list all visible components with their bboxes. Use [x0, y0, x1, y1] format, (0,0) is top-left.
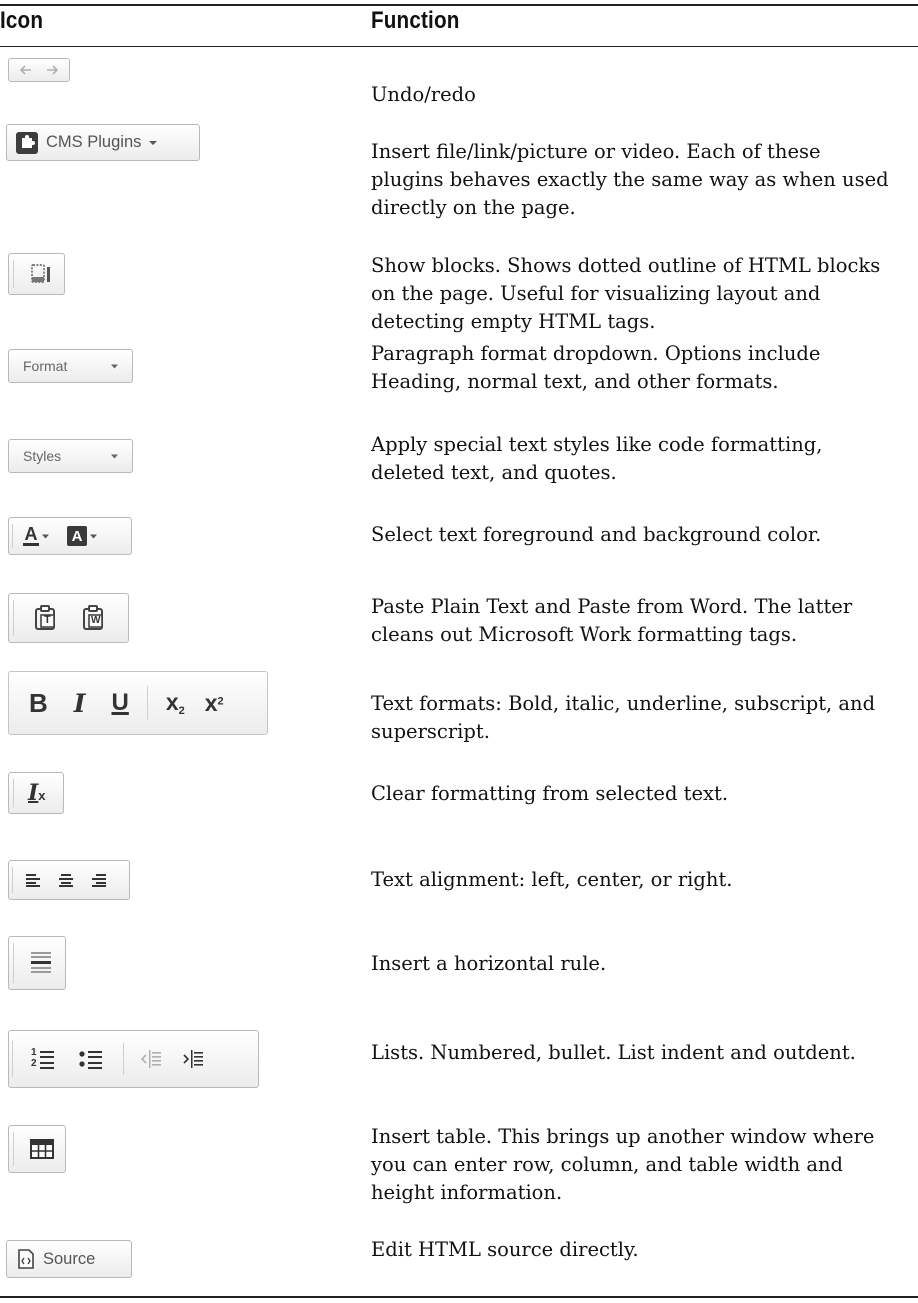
color-buttons[interactable]: A A: [8, 517, 132, 555]
text-format-buttons[interactable]: B I U x2 x2: [8, 671, 268, 735]
format-dropdown[interactable]: Format: [8, 349, 133, 383]
chevron-down-icon: [111, 454, 118, 459]
indent-icon[interactable]: [182, 1048, 204, 1070]
function-text-formats: Text formats: Bold, italic, underline, s…: [371, 692, 876, 743]
alignment-buttons[interactable]: [8, 860, 130, 900]
format-label: Format: [23, 358, 68, 374]
horizontal-rule-icon[interactable]: [30, 950, 52, 976]
align-right-icon[interactable]: [90, 873, 106, 887]
remove-format-icon[interactable]: Ix: [28, 780, 46, 806]
outdent-icon[interactable]: [140, 1048, 162, 1070]
chevron-down-icon: [111, 364, 118, 369]
align-left-icon[interactable]: [26, 873, 42, 887]
background-color-icon[interactable]: A: [67, 526, 87, 546]
source-icon: [17, 1249, 35, 1269]
chevron-down-icon: [42, 534, 49, 539]
function-horizontal-rule: Insert a horizontal rule.: [371, 952, 607, 975]
styles-label: Styles: [23, 448, 62, 464]
top-rule: [0, 4, 918, 6]
header-rule: [0, 46, 918, 48]
align-center-icon[interactable]: [58, 873, 74, 887]
function-lists: Lists. Numbered, bullet. List indent and…: [371, 1041, 856, 1064]
horizontal-rule-button[interactable]: [8, 936, 66, 990]
list-buttons[interactable]: 1 2: [8, 1030, 259, 1088]
header-function-column: Function: [371, 7, 460, 34]
redo-icon[interactable]: [45, 64, 59, 76]
bold-icon[interactable]: B: [29, 688, 48, 719]
show-blocks-button[interactable]: [8, 253, 65, 295]
source-label: Source: [43, 1249, 96, 1268]
table-button[interactable]: [8, 1125, 66, 1173]
cms-plugins-label: CMS Plugins: [46, 133, 142, 151]
function-alignment: Text alignment: left, center, or right.: [371, 868, 733, 891]
table-icon[interactable]: [30, 1139, 54, 1159]
bottom-rule: [0, 1296, 918, 1298]
function-undo-redo: Undo/redo: [371, 83, 476, 106]
underline-icon[interactable]: U: [111, 689, 128, 717]
chevron-down-icon: [90, 534, 97, 539]
chevron-down-icon: [149, 140, 158, 146]
function-source: Edit HTML source directly.: [371, 1238, 639, 1261]
function-table: Insert table. This brings up another win…: [371, 1125, 875, 1204]
paste-text-icon[interactable]: T: [34, 605, 56, 631]
numbered-list-icon[interactable]: 1 2: [31, 1047, 55, 1070]
function-show-blocks: Show blocks. Shows dotted outline of HTM…: [371, 254, 881, 333]
subscript-icon[interactable]: x2: [166, 689, 185, 717]
text-color-icon[interactable]: A: [23, 525, 39, 546]
show-blocks-icon[interactable]: [30, 263, 52, 285]
cms-plugins-dropdown[interactable]: CMS Plugins: [6, 124, 200, 161]
source-button[interactable]: Source: [6, 1240, 132, 1278]
function-colors: Select text foreground and background co…: [371, 523, 822, 546]
function-paste: Paste Plain Text and Paste from Word. Th…: [371, 595, 853, 646]
reference-table: Icon Function Undo/redo CMS Plugins Inse…: [0, 0, 918, 1303]
function-cms-plugins: Insert file/link/picture or video. Each …: [371, 140, 889, 219]
puzzle-icon: [16, 131, 38, 154]
bulleted-list-icon[interactable]: [79, 1048, 103, 1070]
styles-dropdown[interactable]: Styles: [8, 439, 133, 473]
function-styles: Apply special text styles like code form…: [371, 433, 823, 484]
paste-word-icon[interactable]: W: [82, 605, 104, 631]
function-clear-format: Clear formatting from selected text.: [371, 782, 729, 805]
italic-icon[interactable]: I: [74, 689, 86, 718]
function-format: Paragraph format dropdown. Options inclu…: [371, 342, 821, 393]
superscript-icon[interactable]: x2: [205, 690, 224, 717]
paste-buttons[interactable]: T W: [8, 593, 129, 643]
clear-format-button[interactable]: Ix: [8, 772, 64, 814]
header-icon-column: Icon: [0, 7, 44, 34]
undo-redo-buttons[interactable]: [8, 58, 70, 82]
undo-icon[interactable]: [19, 64, 33, 76]
